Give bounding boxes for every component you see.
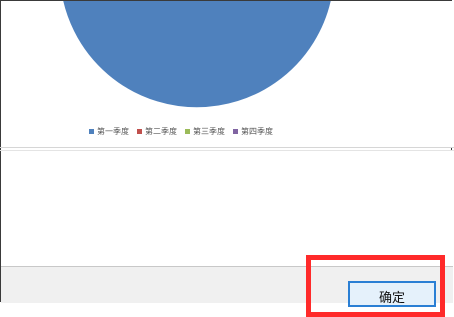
highlight-annotation <box>306 255 445 317</box>
legend-label-q3: 第三季度 <box>193 126 225 136</box>
legend-swatch-q1 <box>89 128 94 134</box>
legend-label-q2: 第二季度 <box>145 126 177 136</box>
chart-preview: 第一季度 第二季度 第三季度 第四季度 <box>1 1 453 147</box>
dialog-body <box>1 151 453 266</box>
legend-item-q3: 第三季度 <box>185 126 225 137</box>
legend-label-q4: 第四季度 <box>241 126 273 136</box>
legend-swatch-q3 <box>185 128 190 134</box>
legend-swatch-q2 <box>137 128 142 134</box>
legend-item-q2: 第二季度 <box>137 126 177 137</box>
chart-legend: 第一季度 第二季度 第三季度 第四季度 <box>89 124 273 138</box>
legend-item-q1: 第一季度 <box>89 126 129 137</box>
pie-slice-第一季度 <box>61 1 333 109</box>
section-divider <box>0 147 454 148</box>
legend-label-q1: 第一季度 <box>97 126 129 136</box>
legend-item-q4: 第四季度 <box>233 126 273 137</box>
legend-swatch-q4 <box>233 128 238 134</box>
